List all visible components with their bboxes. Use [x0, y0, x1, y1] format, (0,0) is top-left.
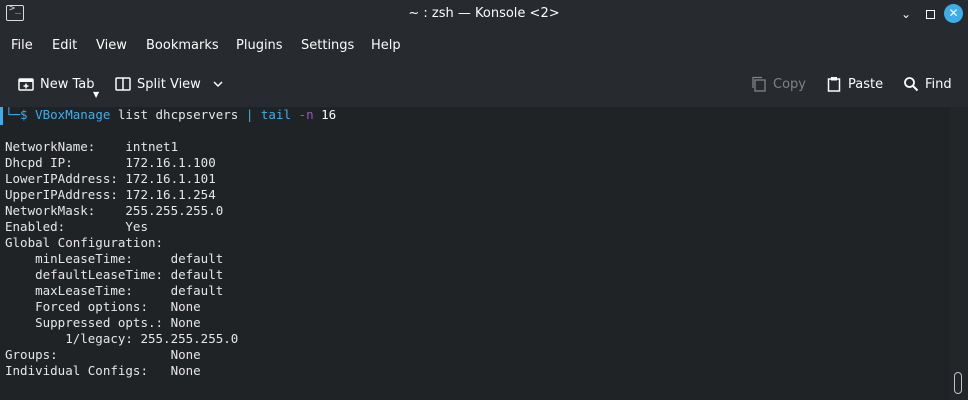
paste-icon — [827, 77, 841, 92]
pipe-symbol: | — [245, 107, 254, 122]
menu-help[interactable]: Help — [371, 38, 401, 53]
prompt-marker — [0, 107, 3, 125]
split-view-icon — [115, 77, 131, 91]
menu-settings[interactable]: Settings — [301, 38, 354, 53]
title-bar: >_ ~ : zsh — Konsole <2> ⌄ ✕ — [0, 0, 968, 30]
output-lines: NetworkName: intnet1 Dhcpd IP: 172.16.1.1… — [5, 123, 336, 379]
command-name: VBoxManage list dhcpservers — [35, 107, 239, 122]
tail-argument: 16 — [321, 107, 337, 122]
paste-label: Paste — [848, 76, 884, 92]
window-title: ~ : zsh — Konsole <2> — [408, 6, 560, 21]
chevron-down-icon — [213, 81, 223, 88]
copy-label: Copy — [773, 76, 806, 92]
copy-button[interactable]: Copy — [751, 76, 806, 92]
search-icon — [904, 77, 919, 92]
menu-view[interactable]: View — [96, 38, 127, 53]
output-line: LowerIPAddress: 172.16.1.101 — [5, 171, 216, 186]
maximize-icon[interactable] — [921, 5, 939, 23]
tail-command: tail — [260, 107, 292, 122]
toolbar: New Tab ▼ Split View Copy Paste Find — [0, 62, 968, 107]
find-label: Find — [925, 76, 952, 92]
menu-edit[interactable]: Edit — [52, 38, 77, 53]
split-view-button[interactable]: Split View — [115, 76, 225, 92]
chevron-down-icon[interactable]: ▼ — [93, 90, 99, 99]
terminal-area[interactable]: └─$ VBoxManage list dhcpservers | tail -… — [0, 107, 950, 400]
menu-bar: File Edit View Bookmarks Plugins Setting… — [0, 30, 968, 62]
menu-plugins[interactable]: Plugins — [236, 38, 283, 53]
prompt-prefix: └─$ — [5, 107, 28, 122]
output-line: minLeaseTime: default — [5, 251, 224, 266]
output-line: Individual Configs: None — [5, 363, 201, 378]
output-line: Enabled: Yes — [5, 219, 148, 234]
scrollbar[interactable] — [950, 107, 968, 400]
output-line: defaultLeaseTime: default — [5, 267, 224, 282]
minimize-icon[interactable]: ⌄ — [897, 5, 915, 23]
output-line: NetworkName: intnet1 — [5, 139, 179, 154]
menu-file[interactable]: File — [11, 38, 33, 53]
output-line: Forced options: None — [5, 299, 201, 314]
output-line: Global Configuration: — [5, 235, 164, 250]
command-line: └─$ VBoxManage list dhcpservers | tail -… — [5, 107, 336, 123]
output-line: Groups: None — [5, 347, 201, 362]
output-line: Dhcpd IP: 172.16.1.100 — [5, 155, 216, 170]
terminal-output[interactable]: └─$ VBoxManage list dhcpservers | tail -… — [5, 107, 336, 379]
output-line: maxLeaseTime: default — [5, 283, 224, 298]
scrollbar-thumb[interactable] — [954, 372, 962, 394]
split-view-label: Split View — [137, 76, 201, 92]
paste-button[interactable]: Paste — [826, 76, 883, 92]
close-icon[interactable]: ✕ — [944, 4, 963, 23]
output-line: 1/legacy: 255.255.255.0 — [5, 331, 239, 346]
output-line: UpperIPAddress: 172.16.1.254 — [5, 187, 216, 202]
new-tab-icon — [18, 78, 34, 91]
find-button[interactable]: Find — [903, 76, 952, 92]
output-line: Suppressed opts.: None — [5, 315, 201, 330]
tail-flag: -n — [298, 107, 314, 122]
copy-icon — [752, 76, 766, 92]
new-tab-button[interactable]: New Tab — [18, 76, 95, 92]
output-line: NetworkMask: 255.255.255.0 — [5, 203, 224, 218]
menu-bookmarks[interactable]: Bookmarks — [146, 38, 219, 53]
new-tab-label: New Tab — [40, 76, 95, 92]
